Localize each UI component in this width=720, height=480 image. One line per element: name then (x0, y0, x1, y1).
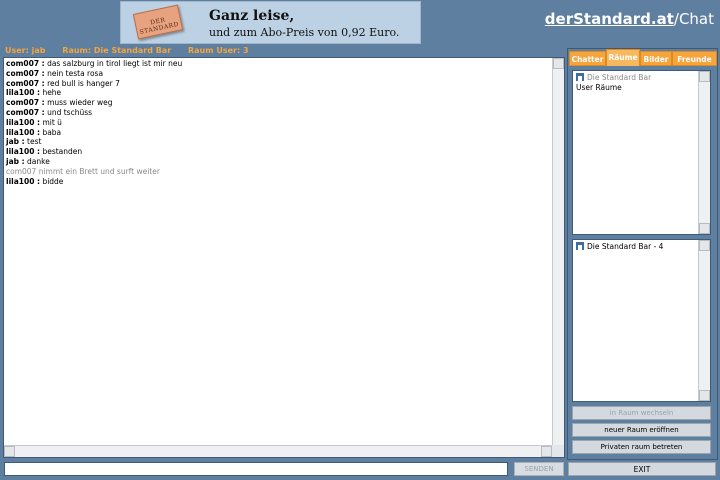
logo-brand: derStandard.at (544, 10, 674, 28)
scroll-right-icon[interactable] (541, 446, 552, 457)
banner-subline: und zum Abo-Preis von 0,92 Euro. (209, 26, 400, 39)
site-logo[interactable]: derStandard.at/Chat (545, 10, 714, 28)
message-user: jab : (6, 137, 25, 147)
message-text: hehe (42, 88, 62, 98)
scroll-down-icon[interactable] (699, 390, 710, 401)
room-list[interactable]: Die Standard Bar User Räume (572, 70, 711, 235)
newspaper-brand: DER STANDARD (139, 16, 180, 36)
chat-message: jab : danke (6, 157, 550, 167)
user-list-scrollbar[interactable] (698, 240, 710, 401)
room-list-scrollbar[interactable] (698, 71, 710, 234)
exit-button[interactable]: EXIT (568, 462, 716, 476)
message-user: jab : (6, 156, 25, 166)
private-room-button[interactable]: Privaten raum betreten (572, 440, 711, 454)
room-label: Die Standard Bar - 4 (587, 242, 664, 251)
tab-rooms[interactable]: Räume (606, 49, 640, 66)
chat-message: jab : test (6, 137, 550, 147)
message-user: com007 : (6, 98, 45, 108)
scroll-down-icon[interactable] (699, 223, 710, 234)
message-text: baba (42, 127, 62, 137)
switch-room-button[interactable]: in Raum wechseln (572, 406, 711, 420)
list-item[interactable]: Die Standard Bar (576, 73, 651, 83)
room-label: Die Standard Bar (587, 73, 652, 82)
status-bar: User: jab Raum: Die Standard Bar Raum Us… (5, 46, 263, 55)
chat-message: com007 : red bull is hanger 7 (6, 79, 550, 89)
room-user-list[interactable]: Die Standard Bar - 4 (572, 239, 711, 402)
message-text: bestanden (42, 147, 83, 157)
tab-chatter[interactable]: Chatter (569, 51, 606, 66)
message-user: lila100 : (6, 147, 41, 157)
send-button[interactable]: SENDEN (514, 462, 564, 476)
banner-headline: Ganz leise, (209, 8, 295, 24)
newspaper-image: DER STANDARD (132, 4, 184, 40)
list-item[interactable]: User Räume (576, 83, 622, 93)
chat-message: com007 : das salzburg in tirol liegt ist… (6, 59, 550, 69)
scroll-up-icon[interactable] (699, 71, 710, 82)
message-user: lila100 : (6, 127, 41, 137)
message-text: muss wieder weg (47, 98, 113, 108)
chat-message: lila100 : mit ü (6, 118, 550, 128)
message-text: test (27, 137, 42, 147)
tab-pictures[interactable]: Bilder (640, 51, 672, 66)
message-text: red bull is hanger 7 (47, 78, 120, 88)
message-user: lila100 : (6, 88, 41, 98)
message-text: nein testa rosa (47, 68, 104, 78)
chat-message: com007 : muss wieder weg (6, 98, 550, 108)
new-room-button[interactable]: neuer Raum eröffnen (572, 423, 711, 437)
message-text: danke (27, 156, 50, 166)
message-user: com007 : (6, 59, 45, 68)
status-room-users: Raum User: 3 (187, 46, 249, 55)
chat-message: com007 : und tschüss (6, 108, 550, 118)
message-input[interactable] (4, 462, 508, 476)
scroll-up-icon[interactable] (553, 58, 564, 69)
chat-window: com007 : das salzburg in tirol liegt ist… (3, 57, 565, 458)
tab-friends[interactable]: Freunde (672, 51, 717, 66)
scroll-left-icon[interactable] (4, 446, 15, 457)
chat-message: lila100 : hehe (6, 88, 550, 98)
scrollbar-corner (552, 445, 564, 457)
chat-message: lila100 : bestanden (6, 147, 550, 157)
status-room: Raum: Die Standard Bar (62, 46, 172, 55)
message-text: mit ü (42, 117, 62, 127)
message-text: bidde (42, 176, 64, 186)
chat-vertical-scrollbar[interactable] (552, 58, 564, 457)
logo-app: Chat (678, 10, 714, 28)
message-user: com007 : (6, 68, 45, 78)
chat-message: lila100 : baba (6, 128, 550, 138)
message-user: com007 : (6, 78, 45, 88)
message-user: lila100 : (6, 117, 41, 127)
status-user: User: jab (5, 46, 46, 55)
message-text: und tschüss (47, 107, 93, 117)
chat-message: com007 : nein testa rosa (6, 69, 550, 79)
chat-message: lila100 : bidde (6, 177, 550, 187)
house-icon (576, 73, 584, 81)
list-item[interactable]: Die Standard Bar - 4 (576, 242, 663, 252)
ad-banner[interactable]: DER STANDARD Ganz leise, und zum Abo-Pre… (120, 1, 421, 44)
chat-horizontal-scrollbar[interactable] (4, 445, 552, 457)
message-user: com007 : (6, 107, 45, 117)
system-message: com007 nimmt ein Brett und surft weiter (6, 166, 160, 176)
house-icon (576, 242, 584, 250)
chat-messages: com007 : das salzburg in tirol liegt ist… (6, 59, 550, 186)
message-user: lila100 : (6, 176, 41, 186)
room-label: User Räume (576, 83, 622, 92)
scroll-up-icon[interactable] (699, 240, 710, 251)
message-text: das salzburg in tirol liegt ist mir neu (47, 59, 183, 68)
